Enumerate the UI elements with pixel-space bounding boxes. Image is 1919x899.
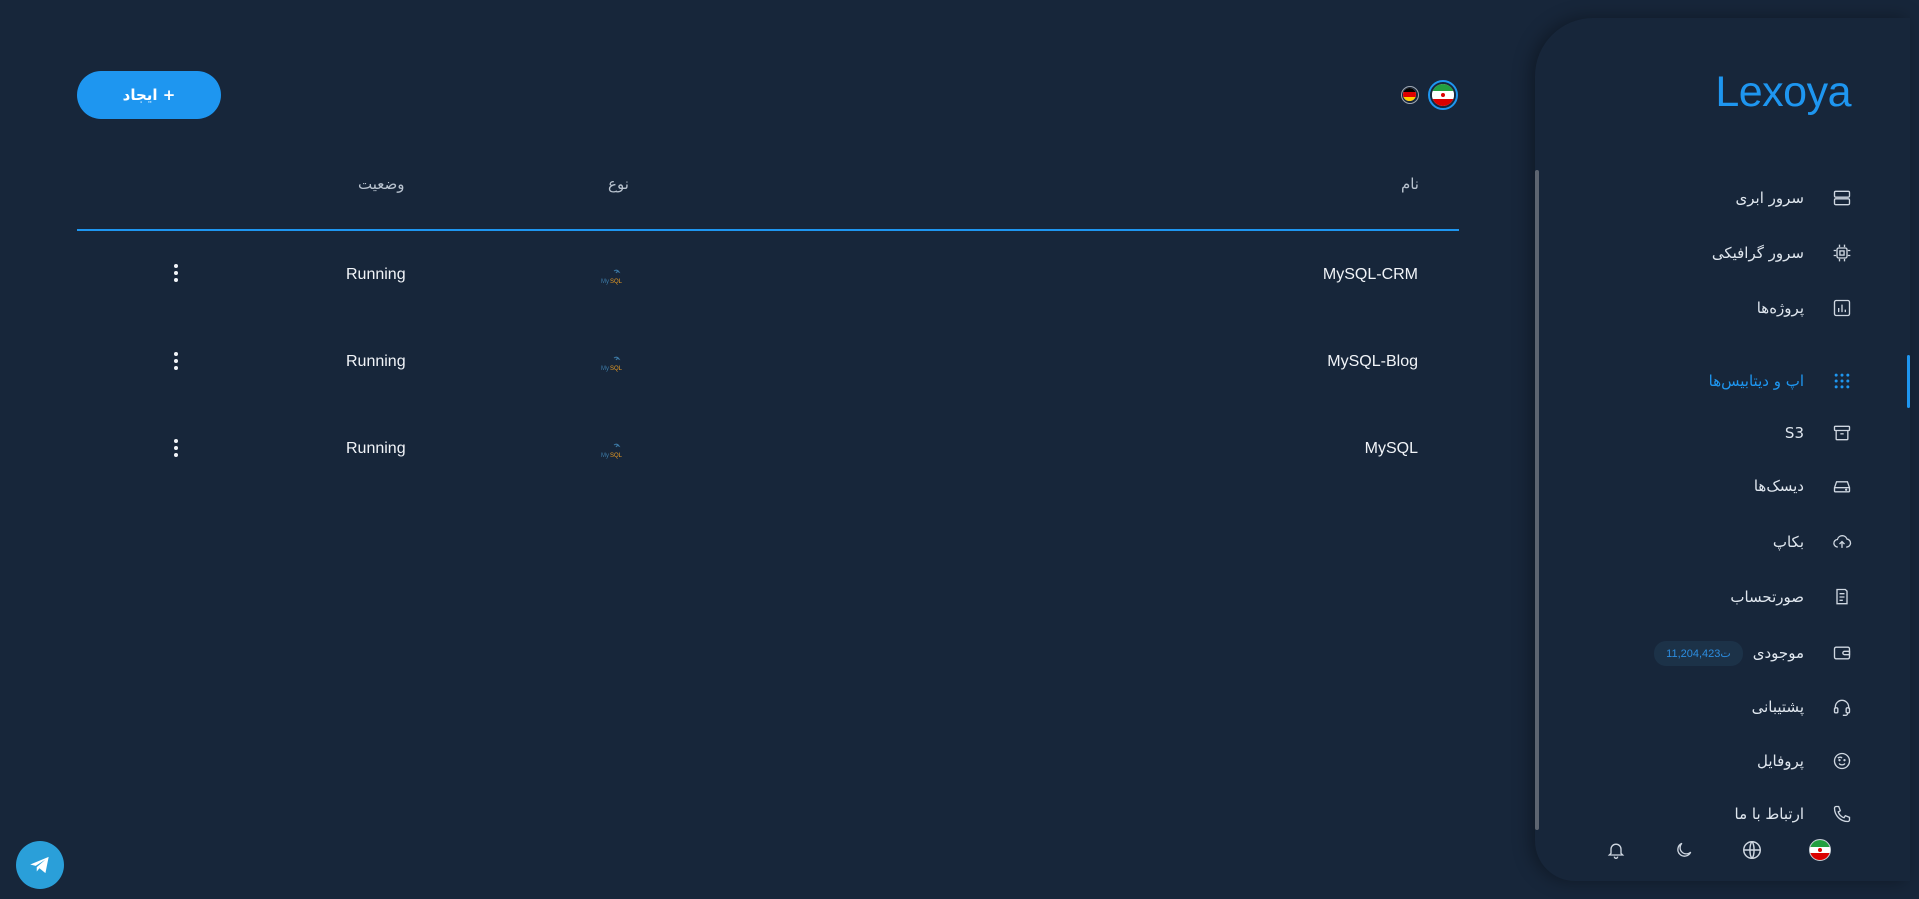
sidebar-item-label: ارتباط با ما — [1734, 805, 1804, 823]
row-name[interactable]: MySQL-CRM — [1323, 266, 1418, 284]
brand-logo[interactable]: Lexoya — [1715, 68, 1851, 117]
sidebar-item-cloud-server[interactable]: سرور ابری — [1736, 182, 1852, 214]
sidebar-item-s3[interactable]: S3 — [1785, 417, 1852, 449]
svg-text:SQL: SQL — [610, 453, 623, 459]
sidebar-item-projects[interactable]: پروژه‌ها — [1757, 292, 1852, 324]
chart-icon — [1832, 298, 1852, 318]
sidebar-item-profile[interactable]: پروفایل — [1757, 745, 1852, 777]
row-more-icon[interactable] — [169, 262, 183, 284]
svg-text:SQL: SQL — [610, 366, 623, 372]
sidebar-scrollbar[interactable] — [1535, 170, 1539, 830]
row-status: Running — [346, 353, 406, 370]
sidebar-item-label: موجودی — [1752, 644, 1804, 662]
sidebar-item-gpu-server[interactable]: سرور گرافیکی — [1712, 237, 1852, 269]
sidebar-item-label: صورتحساب — [1730, 588, 1804, 606]
balance-badge: 11,204,423ت — [1654, 640, 1743, 666]
mysql-logo-icon: My SQL — [601, 356, 623, 372]
language-switch-de[interactable] — [1401, 86, 1419, 104]
svg-text:My: My — [601, 366, 609, 372]
sidebar-item-label: پروژه‌ها — [1756, 299, 1804, 317]
sidebar-item-label: بکاپ — [1772, 533, 1804, 551]
column-header-name: نام — [1400, 175, 1419, 193]
receipt-icon — [1832, 587, 1852, 607]
flag-de-icon — [1403, 88, 1416, 101]
sidebar-item-label: دیسک‌ها — [1753, 477, 1804, 495]
flag-fa-icon — [1432, 84, 1454, 106]
sidebar-item-label: سرور ابری — [1735, 189, 1804, 207]
sidebar-item-label: S3 — [1784, 424, 1804, 442]
svg-text:My: My — [601, 453, 609, 459]
sidebar-item-balance[interactable]: موجودی 11,204,423ت — [1654, 637, 1852, 669]
row-name[interactable]: MySQL — [1365, 440, 1418, 458]
create-button[interactable]: + ایجاد — [77, 71, 221, 119]
moon-icon[interactable] — [1672, 838, 1696, 862]
svg-text:My: My — [601, 279, 609, 285]
telegram-icon — [30, 856, 49, 874]
wallet-icon — [1832, 643, 1852, 663]
row-name[interactable]: MySQL-Blog — [1327, 353, 1418, 371]
row-status: Running — [346, 266, 406, 283]
telegram-button[interactable] — [16, 841, 64, 889]
grid-icon — [1832, 371, 1852, 391]
face-icon — [1832, 751, 1852, 771]
active-indicator — [1907, 355, 1910, 408]
sidebar-item-label: پروفایل — [1757, 752, 1804, 770]
row-status: Running — [346, 440, 406, 457]
globe-icon[interactable] — [1740, 838, 1764, 862]
bell-icon[interactable] — [1604, 838, 1628, 862]
column-header-status: وضعیت — [358, 175, 405, 193]
headset-icon — [1832, 697, 1852, 717]
sidebar-item-label: اپ و دیتابیس‌ها — [1708, 372, 1804, 390]
phone-icon — [1832, 804, 1852, 824]
disk-icon — [1832, 476, 1852, 496]
cpu-icon — [1832, 243, 1852, 263]
sidebar-item-disks[interactable]: دیسک‌ها — [1754, 470, 1852, 502]
server-icon — [1832, 188, 1852, 208]
archive-icon — [1832, 423, 1852, 443]
sidebar-footer — [1535, 838, 1910, 878]
row-more-icon[interactable] — [169, 350, 183, 372]
cloud-upload-icon — [1832, 532, 1852, 552]
sidebar-item-label: سرور گرافیکی — [1711, 244, 1804, 262]
row-more-icon[interactable] — [169, 437, 183, 459]
sidebar-item-label: پشتیبانی — [1751, 698, 1804, 716]
flag-fa-icon[interactable] — [1808, 838, 1832, 862]
sidebar-item-backup[interactable]: بکاپ — [1773, 526, 1852, 558]
sidebar-item-contact[interactable]: ارتباط با ما — [1735, 798, 1852, 830]
column-header-type: نوع — [608, 175, 629, 193]
sidebar-item-support[interactable]: پشتیبانی — [1752, 691, 1852, 723]
table-divider — [77, 229, 1459, 231]
sidebar-item-invoices[interactable]: صورتحساب — [1730, 581, 1852, 613]
sidebar: Lexoya سرور ابری سرور گرافیکی پروژه‌ها ا… — [1535, 18, 1910, 881]
sidebar-item-apps-databases[interactable]: اپ و دیتابیس‌ها — [1709, 365, 1852, 397]
language-switch-fa[interactable] — [1428, 80, 1458, 110]
mysql-logo-icon: My SQL — [601, 443, 623, 459]
svg-text:SQL: SQL — [610, 279, 623, 285]
mysql-logo-icon: My SQL — [601, 269, 623, 285]
